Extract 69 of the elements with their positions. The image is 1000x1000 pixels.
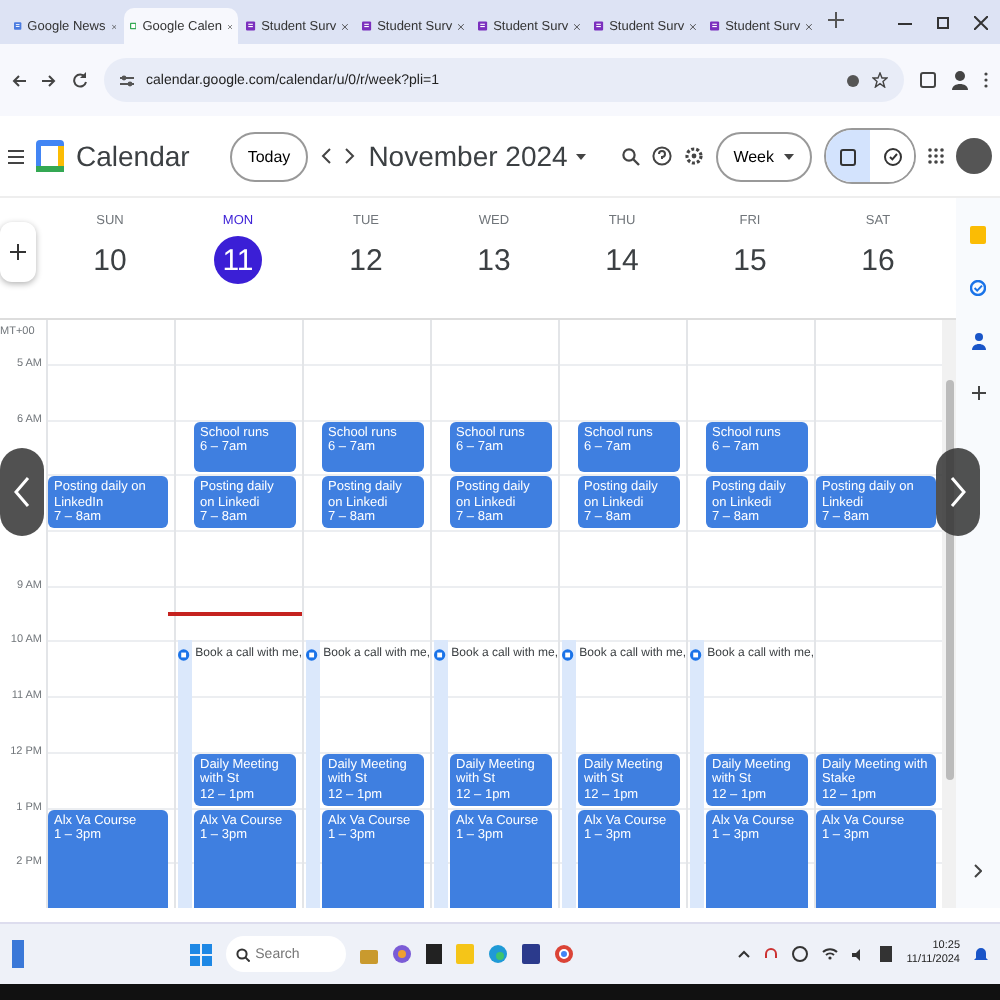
notification-bell-icon[interactable] <box>974 946 988 962</box>
create-button[interactable] <box>0 222 36 282</box>
calendar-view-toggle[interactable] <box>826 130 870 182</box>
app-title: Calendar <box>76 140 190 172</box>
chevron-up-icon[interactable] <box>738 950 751 958</box>
restore-icon[interactable] <box>936 15 950 29</box>
caret-icon <box>575 153 586 159</box>
new-tab-icon[interactable] <box>828 12 844 28</box>
back-icon[interactable] <box>12 73 26 87</box>
day-number[interactable]: 14 <box>598 236 646 284</box>
plus-icon[interactable] <box>971 386 985 400</box>
view-dropdown[interactable]: Week <box>715 131 812 181</box>
form-icon <box>594 18 604 34</box>
appointment-icon <box>562 647 574 662</box>
appointment-icon <box>178 647 190 662</box>
chevron-right-icon[interactable] <box>974 864 982 878</box>
previous-icon[interactable] <box>320 148 333 164</box>
day-number[interactable]: 15 <box>726 236 774 284</box>
calendar-icon <box>840 147 856 165</box>
next-icon[interactable] <box>344 148 357 164</box>
previous-arrow-button[interactable] <box>0 448 44 536</box>
day-number[interactable]: 10 <box>86 236 134 284</box>
plus-icon <box>10 244 26 260</box>
menu-icon[interactable] <box>8 149 24 163</box>
close-icon[interactable] <box>574 21 580 31</box>
month-title[interactable]: November 2024 <box>368 140 586 172</box>
calendar-logo-icon <box>36 140 64 172</box>
headset-icon[interactable] <box>764 946 779 962</box>
day-number[interactable]: 11 <box>214 236 262 284</box>
day-number[interactable]: 13 <box>470 236 518 284</box>
calendar-icon <box>130 18 137 34</box>
start-icon[interactable] <box>189 943 212 965</box>
day-number[interactable]: 12 <box>342 236 390 284</box>
form-icon <box>362 18 372 34</box>
form-icon <box>710 18 720 34</box>
caret-icon <box>784 153 794 159</box>
forward-icon[interactable] <box>42 73 56 87</box>
chevron-left-icon <box>14 476 30 508</box>
close-icon[interactable] <box>690 21 696 31</box>
close-icon[interactable] <box>342 21 348 31</box>
current-time-line <box>168 611 302 616</box>
appointment-icon <box>306 647 318 662</box>
close-icon[interactable] <box>458 21 464 31</box>
appointment-icon <box>434 647 446 662</box>
check-circle-icon <box>883 147 901 165</box>
chevron-right-icon <box>950 476 966 508</box>
form-icon <box>246 18 256 34</box>
next-arrow-button[interactable] <box>936 448 980 536</box>
profile-icon[interactable] <box>952 70 968 90</box>
search-icon[interactable] <box>621 147 640 165</box>
news-icon <box>14 18 22 34</box>
today-button[interactable]: Today <box>229 131 309 181</box>
apps-icon[interactable] <box>928 148 944 164</box>
day-number[interactable]: 16 <box>854 236 902 284</box>
tasks-icon[interactable] <box>970 280 986 296</box>
appointment-icon <box>690 647 702 662</box>
avatar[interactable] <box>956 138 992 174</box>
help-icon[interactable] <box>651 146 672 166</box>
form-icon <box>478 18 488 34</box>
site-settings-icon[interactable] <box>120 73 134 87</box>
star-icon[interactable] <box>872 72 888 88</box>
settings-icon[interactable] <box>683 146 704 166</box>
close-icon[interactable] <box>806 21 812 31</box>
close-icon[interactable] <box>974 15 988 29</box>
reload-icon[interactable] <box>72 72 88 88</box>
wifi-icon[interactable] <box>822 948 839 960</box>
side-panel-icon[interactable] <box>920 72 936 88</box>
search-icon <box>235 947 250 961</box>
contacts-icon[interactable] <box>971 332 985 350</box>
